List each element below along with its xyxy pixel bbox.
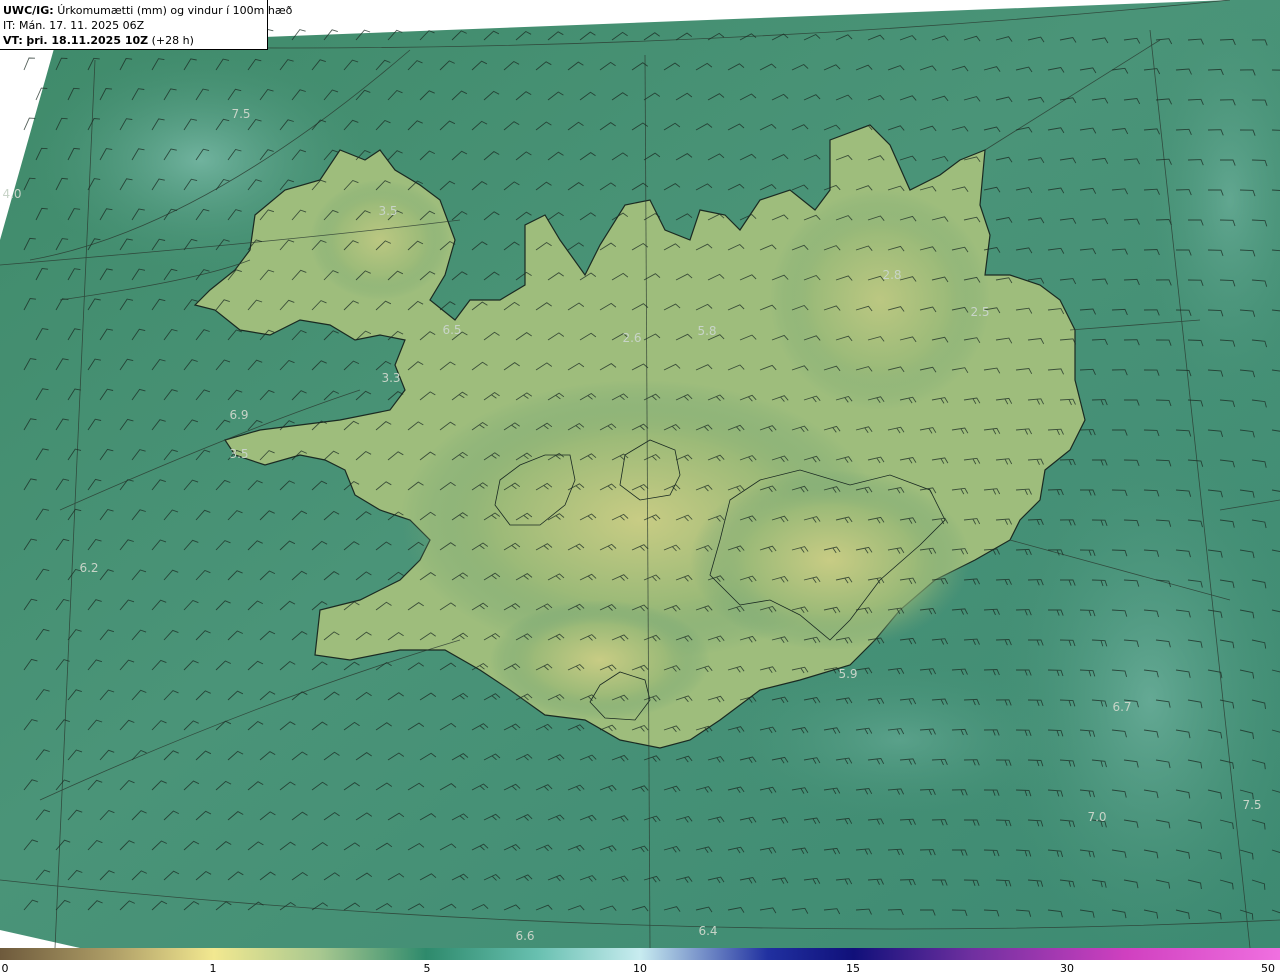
field-value: 3.3 (381, 371, 400, 385)
field-value: 7.5 (231, 107, 250, 121)
field-value: 5.8 (697, 324, 716, 338)
colorbar-tick: 10 (633, 962, 647, 975)
field-value: 6.6 (515, 929, 534, 943)
field-value: 3.5 (229, 447, 248, 461)
field-value: 3.5 (378, 204, 397, 218)
valid-prefix: VT: (3, 34, 23, 47)
colorbar-tick: 1 (209, 962, 217, 975)
valid-time: þri. 18.11.2025 10Z (26, 34, 149, 47)
field-value: 6.5 (442, 323, 461, 337)
field-value: 6.4 (698, 924, 717, 938)
field-value: 6.9 (229, 408, 248, 422)
field-value: 2.5 (970, 305, 989, 319)
precipitation-wind-map: 7.5 4.0 3.5 6.5 3.3 6.9 3.5 2.6 5.8 2.8 … (0, 0, 1280, 948)
field-value: 2.6 (622, 331, 641, 345)
field-value: 6.7 (1112, 700, 1131, 714)
lead-time: (+28 h) (151, 34, 194, 47)
colorbar-tick: 0 (1, 962, 9, 975)
field-value: 4.0 (2, 187, 21, 201)
field-value: 7.5 (1242, 798, 1261, 812)
colorbar-tick: 30 (1060, 962, 1074, 975)
colorbar (0, 948, 1280, 960)
field-value: 7.0 (1087, 810, 1106, 824)
field-value: 2.8 (882, 268, 901, 282)
issue-time: IT: Mán. 17. 11. 2025 06Z (3, 19, 145, 32)
colorbar-labels: 0 1 5 10 15 30 50 (0, 962, 1280, 976)
map-header: UWC/IG: Úrkomumætti (mm) og vindur í 100… (0, 0, 292, 50)
field-value: 5.9 (838, 667, 857, 681)
colorbar-tick: 15 (846, 962, 860, 975)
colorbar-tick: 50 (1261, 962, 1275, 975)
field-description: Úrkomumætti (mm) og vindur í 100m hæð (57, 4, 293, 17)
model-name: UWC/IG: (3, 4, 54, 17)
field-value: 6.2 (79, 561, 98, 575)
colorbar-tick: 5 (423, 962, 431, 975)
